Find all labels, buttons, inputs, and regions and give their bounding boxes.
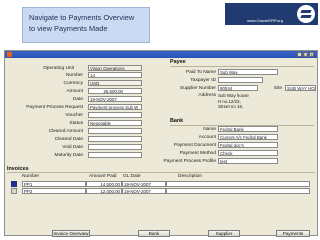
- invoice-description-cell[interactable]: [166, 181, 310, 187]
- taxpayer-id-field[interactable]: [218, 77, 263, 83]
- address-block: Sub Way house H no.12/23, Street no 16,: [218, 93, 278, 111]
- status-field[interactable]: Negotiable: [88, 120, 142, 126]
- payment-document-field[interactable]: Fedral doc's: [218, 142, 278, 148]
- payee-section-title: Payee: [170, 59, 186, 65]
- invoices-divider: [7, 172, 315, 173]
- invoice-amount-header: Amount Paid: [89, 174, 117, 179]
- date-field[interactable]: 19-NOV-2007: [88, 96, 142, 102]
- maturity-date-field[interactable]: [88, 152, 142, 158]
- app-icon: [7, 52, 12, 57]
- maturity-date-label: Maturity Date: [54, 153, 83, 158]
- site-label: Site: [273, 86, 282, 91]
- paid-to-name-label: Paid To Name: [185, 70, 216, 75]
- invoice-amount-cell[interactable]: 12,000.00: [86, 188, 122, 194]
- address-label: Address: [198, 93, 216, 98]
- invoice-gl-date-cell[interactable]: 19-NOV-2007: [122, 181, 166, 187]
- supplier-number-field[interactable]: 90044: [218, 85, 258, 91]
- cleared-date-label: Cleared Date: [54, 137, 83, 142]
- row-selector-1[interactable]: [11, 181, 17, 187]
- invoice-gl-date-cell[interactable]: 19-NOV-2007: [122, 188, 166, 194]
- maximize-button[interactable]: □: [303, 52, 308, 57]
- invoice-number-cell[interactable]: PP1: [22, 181, 86, 187]
- void-date-label: Void Date: [62, 145, 83, 150]
- void-date-field[interactable]: [88, 144, 142, 150]
- amount-field[interactable]: 26,500.00: [88, 88, 142, 94]
- payments-button[interactable]: Payments: [276, 230, 310, 237]
- payment-process-profile-field[interactable]: test: [218, 158, 278, 164]
- payment-process-request-field[interactable]: Payment process Sub W: [88, 104, 142, 110]
- cleared-amount-label: Cleared Amount: [48, 129, 83, 134]
- amount-label: Amount: [66, 89, 83, 94]
- bank-account-field[interactable]: Current A/c Fedral Bank: [218, 134, 278, 140]
- bank-section-title: Bank: [170, 118, 184, 124]
- payment-document-label: Payment Document: [173, 143, 216, 148]
- invoice-overview-button[interactable]: Invoice Overview: [52, 230, 90, 237]
- invoice-number-cell[interactable]: PP2: [22, 188, 86, 194]
- site-field[interactable]: SUB WAY HOL: [285, 85, 316, 91]
- number-field[interactable]: 14: [88, 72, 142, 78]
- bank-account-label: Account: [198, 135, 216, 140]
- invoice-amount-cell[interactable]: 14,500.00: [86, 181, 122, 187]
- callout-line-2: to view Payments Made: [29, 24, 108, 33]
- taxpayer-id-label: Taxpayer ID: [190, 78, 216, 83]
- supplier-number-label: Supplier Number: [180, 86, 216, 91]
- operating-unit-label: Operating Unit: [43, 66, 74, 71]
- payment-process-profile-label: Payment Process Profile: [163, 159, 216, 164]
- address-line-3: Street no 16,: [218, 104, 244, 109]
- cleared-date-field[interactable]: [88, 136, 142, 142]
- operating-unit-field[interactable]: Vision Operations: [88, 65, 142, 71]
- instruction-callout: Navigate to Payments Overview to view Pa…: [22, 7, 150, 43]
- currency-label: Currency: [63, 81, 83, 86]
- invoice-description-cell[interactable]: [166, 188, 310, 194]
- supplier-button[interactable]: Supplier: [208, 230, 240, 237]
- invoice-number-header: Number: [22, 174, 40, 179]
- payment-method-label: Payment Method: [179, 151, 216, 156]
- close-button[interactable]: ×: [309, 52, 314, 57]
- bank-button[interactable]: Bank: [138, 230, 170, 237]
- number-label: Number: [65, 73, 83, 78]
- voucher-field[interactable]: [88, 112, 142, 118]
- cleared-amount-field[interactable]: [88, 128, 142, 134]
- brand-url: www.OracleERP.org: [247, 18, 283, 23]
- bank-name-field[interactable]: Fedral Bank: [218, 126, 278, 132]
- currency-field[interactable]: USD: [88, 80, 142, 86]
- payment-method-field[interactable]: Check: [218, 150, 278, 156]
- date-label: Date: [72, 97, 83, 102]
- minimize-button[interactable]: _: [297, 52, 302, 57]
- bank-name-label: Name: [203, 127, 216, 132]
- window-titlebar[interactable]: [5, 51, 317, 58]
- callout-line-1: Navigate to Payments Overview: [29, 13, 135, 22]
- payment-process-request-label: Payment Process Request: [26, 105, 83, 110]
- invoice-description-header: Description: [178, 174, 202, 179]
- row-selector-2[interactable]: [11, 188, 17, 194]
- voucher-label: Voucher: [65, 113, 83, 118]
- invoice-gl-date-header: GL Date: [123, 174, 141, 179]
- brand-logo-icon: [297, 5, 315, 23]
- paid-to-name-field[interactable]: Sub Way: [218, 69, 278, 75]
- payee-divider: [170, 66, 314, 67]
- status-label: Status: [69, 121, 83, 126]
